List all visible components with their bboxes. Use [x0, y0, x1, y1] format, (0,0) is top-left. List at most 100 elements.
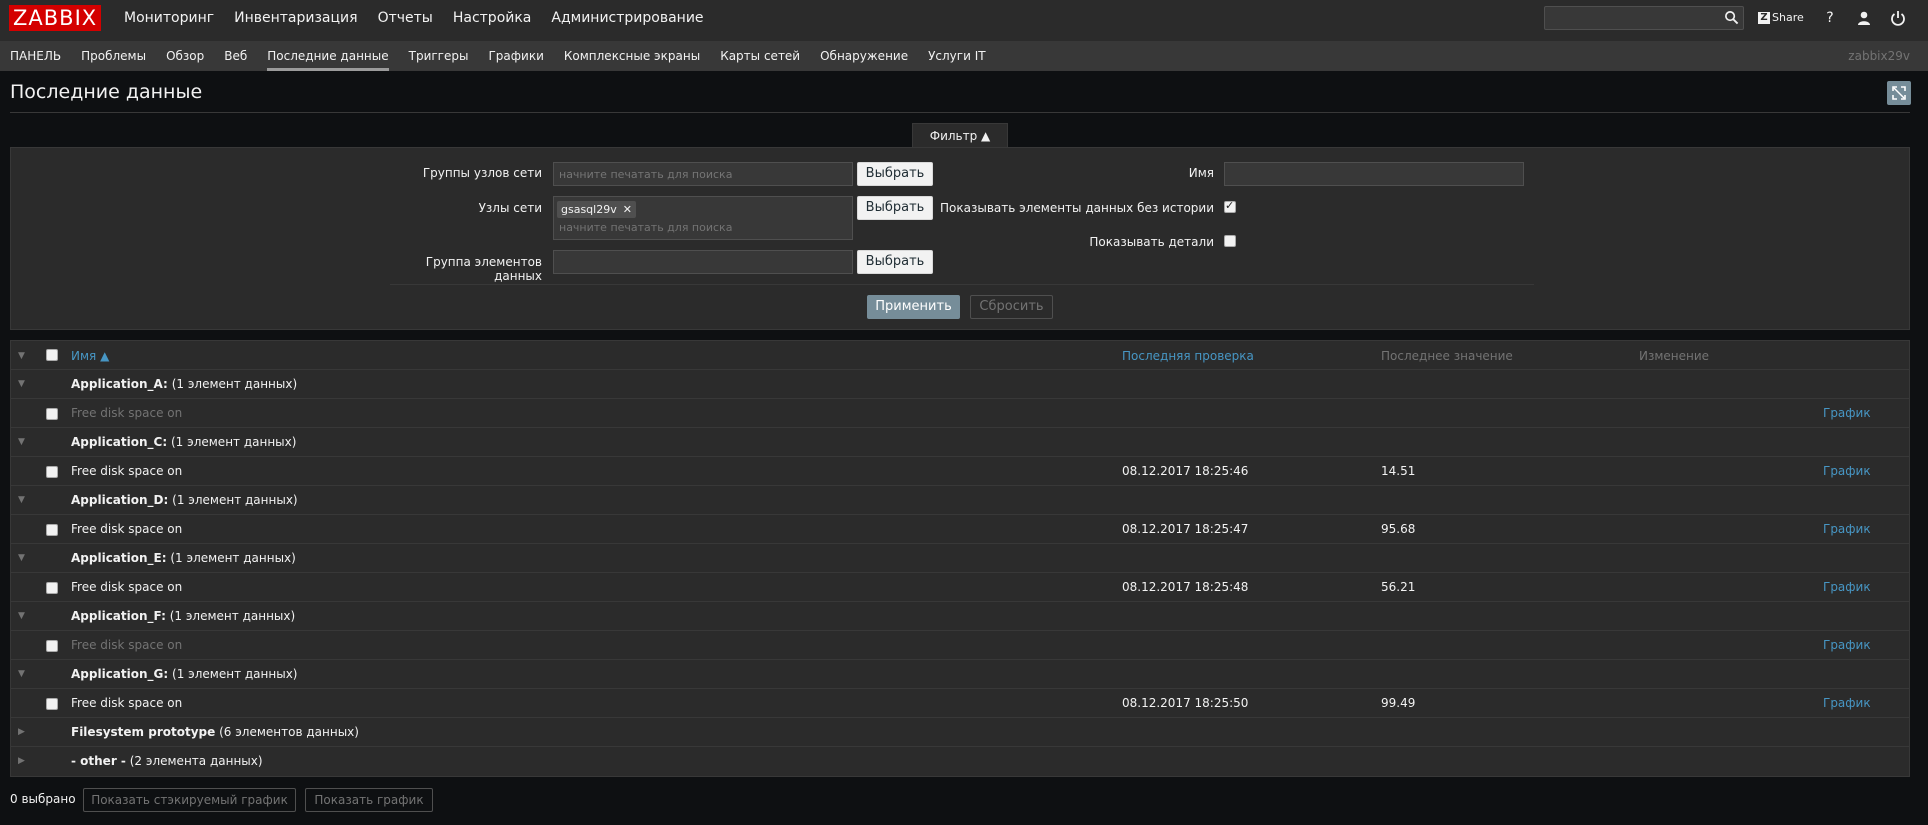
- fullscreen-button[interactable]: [1887, 81, 1911, 105]
- global-search-input[interactable]: [1544, 6, 1744, 30]
- collapse-group-toggle-icon[interactable]: ▼: [18, 602, 25, 631]
- host-groups-select-button[interactable]: Выбрать: [857, 162, 933, 186]
- graph-link[interactable]: График: [1823, 399, 1871, 428]
- last-value: 56.21: [1381, 580, 1416, 594]
- application-group-row: ▼ Application_G: (1 элемент данных): [11, 660, 1909, 689]
- menu-monitoring[interactable]: Мониторинг: [124, 0, 214, 36]
- application-group-name: Application_E: (1 элемент данных): [71, 551, 296, 565]
- application-group-row: ▼ Application_E: (1 элемент данных): [11, 544, 1909, 573]
- submenu-web[interactable]: Веб: [224, 41, 247, 71]
- collapse-group-toggle-icon[interactable]: ▼: [18, 486, 25, 515]
- last-value: 99.49: [1381, 696, 1416, 710]
- zabbix-share-icon: Z: [1758, 11, 1770, 24]
- submenu-overview[interactable]: Обзор: [166, 41, 204, 71]
- application-group-name: Application_F: (1 элемент данных): [71, 609, 296, 623]
- table-row: Free disk space on 08.12.2017 18:25:48 5…: [11, 573, 1909, 602]
- item-name: Free disk space on: [71, 464, 183, 478]
- table-header: ▼ Имя ▲ Последняя проверка Последнее зна…: [11, 341, 1909, 371]
- filter-panel: [10, 147, 1910, 330]
- submenu-screens[interactable]: Комплексные экраны: [564, 41, 700, 71]
- sub-menu-bar: ПАНЕЛЬ Проблемы Обзор Веб Последние данн…: [0, 41, 1928, 71]
- submenu-triggers[interactable]: Триггеры: [409, 41, 469, 71]
- show-without-history-label: Показывать элементы данных без истории: [940, 201, 1214, 215]
- show-graph-button[interactable]: Показать график: [305, 788, 433, 812]
- table-row: Free disk space on 08.12.2017 18:25:50 9…: [11, 689, 1909, 718]
- submenu-problems[interactable]: Проблемы: [81, 41, 146, 71]
- name-label: Имя: [1188, 166, 1214, 180]
- submenu-discovery[interactable]: Обнаружение: [820, 41, 908, 71]
- submenu-maps[interactable]: Карты сетей: [720, 41, 800, 71]
- apply-button[interactable]: Применить: [867, 295, 960, 319]
- expand-group-toggle-icon[interactable]: ▶: [18, 718, 25, 747]
- server-name: zabbix29v: [1848, 49, 1910, 63]
- item-checkbox[interactable]: [46, 698, 58, 710]
- help-icon[interactable]: ?: [1821, 9, 1839, 27]
- zabbix-logo[interactable]: ZABBIX: [9, 5, 102, 31]
- application-group-row: ▶ Filesystem prototype (6 элементов данн…: [11, 718, 1909, 747]
- menu-reports[interactable]: Отчеты: [378, 0, 433, 36]
- application-select-button[interactable]: Выбрать: [857, 250, 933, 274]
- select-all-checkbox[interactable]: [46, 349, 58, 361]
- hosts-label: Узлы сети: [478, 201, 542, 215]
- table-row: Free disk space on 08.12.2017 18:25:47 9…: [11, 515, 1909, 544]
- title-divider: [10, 112, 1910, 113]
- item-checkbox[interactable]: [46, 640, 58, 652]
- user-profile-icon[interactable]: [1855, 9, 1873, 27]
- application-group-row: ▼ Application_C: (1 элемент данных): [11, 428, 1909, 457]
- share-button[interactable]: Z Share: [1758, 11, 1804, 24]
- show-stacked-graph-button[interactable]: Показать стэкируемый график: [83, 788, 296, 812]
- item-name: Free disk space on: [71, 638, 183, 652]
- last-check-column-header[interactable]: Последняя проверка: [1122, 341, 1254, 371]
- reset-button[interactable]: Сбросить: [970, 295, 1053, 319]
- last-check-value: 08.12.2017 18:25:47: [1122, 522, 1249, 536]
- item-checkbox[interactable]: [46, 408, 58, 420]
- collapse-group-toggle-icon[interactable]: ▼: [18, 660, 25, 689]
- collapse-group-toggle-icon[interactable]: ▼: [18, 544, 25, 573]
- latest-data-table: ▼ Имя ▲ Последняя проверка Последнее зна…: [10, 340, 1910, 777]
- search-icon[interactable]: [1724, 10, 1739, 25]
- item-checkbox[interactable]: [46, 582, 58, 594]
- graph-link[interactable]: График: [1823, 515, 1871, 544]
- page-title: Последние данные: [10, 81, 203, 103]
- top-navigation-bar: ZABBIX Мониторинг Инвентаризация Отчеты …: [0, 0, 1928, 41]
- application-input[interactable]: [553, 250, 853, 274]
- selected-host-name: gsasql29v: [561, 203, 617, 216]
- application-group-row: ▼ Application_D: (1 элемент данных): [11, 486, 1909, 515]
- last-check-value: 08.12.2017 18:25:46: [1122, 464, 1249, 478]
- item-checkbox[interactable]: [46, 524, 58, 536]
- item-name: Free disk space on: [71, 406, 183, 420]
- name-input[interactable]: [1224, 162, 1524, 186]
- sign-out-icon[interactable]: [1889, 9, 1907, 27]
- host-groups-input[interactable]: [553, 162, 853, 186]
- show-without-history-checkbox[interactable]: [1224, 199, 1236, 213]
- item-checkbox[interactable]: [46, 466, 58, 478]
- filter-toggle-tab[interactable]: Фильтр ▲: [912, 123, 1008, 148]
- submenu-dashboard[interactable]: ПАНЕЛЬ: [10, 41, 61, 71]
- table-row: Free disk space on График: [11, 399, 1909, 428]
- collapse-group-toggle-icon[interactable]: ▼: [18, 370, 25, 399]
- graph-link[interactable]: График: [1823, 457, 1871, 486]
- menu-configuration[interactable]: Настройка: [453, 0, 532, 36]
- graph-link[interactable]: График: [1823, 631, 1871, 660]
- item-name: Free disk space on: [71, 696, 183, 710]
- submenu-latest-data[interactable]: Последние данные: [267, 41, 389, 71]
- application-group-name: - other - (2 элемента данных): [71, 754, 263, 768]
- last-value-column-header: Последнее значение: [1381, 349, 1513, 363]
- graph-link[interactable]: График: [1823, 689, 1871, 718]
- submenu-it-services[interactable]: Услуги IT: [928, 41, 985, 71]
- collapse-all-toggle-icon[interactable]: ▼: [18, 341, 25, 371]
- item-name: Free disk space on: [71, 580, 183, 594]
- expand-group-toggle-icon[interactable]: ▶: [18, 747, 25, 776]
- collapse-group-toggle-icon[interactable]: ▼: [18, 428, 25, 457]
- menu-administration[interactable]: Администрирование: [551, 0, 703, 36]
- table-row: Free disk space on График: [11, 631, 1909, 660]
- show-details-checkbox[interactable]: [1224, 235, 1236, 247]
- menu-inventory[interactable]: Инвентаризация: [234, 0, 357, 36]
- change-column-header: Изменение: [1639, 349, 1710, 363]
- remove-host-icon[interactable]: ✕: [623, 203, 632, 216]
- name-column-header[interactable]: Имя ▲: [71, 341, 109, 371]
- submenu-graphs[interactable]: Графики: [488, 41, 543, 71]
- hosts-search-placeholder[interactable]: начните печатать для поиска: [559, 221, 732, 235]
- application-group-name: Filesystem prototype (6 элементов данных…: [71, 725, 359, 739]
- graph-link[interactable]: График: [1823, 573, 1871, 602]
